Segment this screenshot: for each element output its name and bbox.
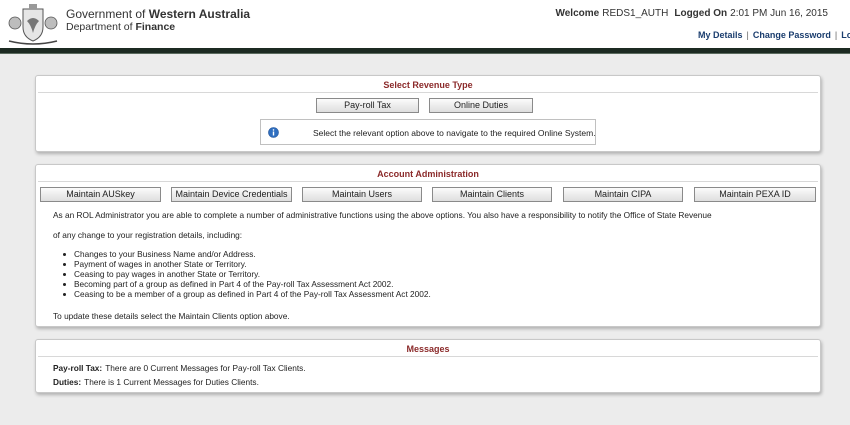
revenue-type-panel: Select Revenue Type Pay-roll Tax Online … [35,75,821,152]
list-item: Ceasing to be a member of a group as def… [63,289,431,299]
page-header: Government of Western Australia Departme… [0,0,850,48]
org-title: Government of Western Australia Departme… [66,8,250,34]
welcome-label: Welcome [555,8,600,19]
maintain-users-button[interactable]: Maintain Users [302,187,422,202]
notification-list: Changes to your Business Name and/or Add… [63,249,431,299]
header-band [0,48,850,54]
logout-link[interactable]: Logout [841,30,850,40]
message-text: There is 1 Current Messages for Duties C… [84,377,259,387]
welcome-bar: Welcome REDS1_AUTH Logged On 2:01 PM Jun 16… [555,8,828,19]
panel-divider [38,92,818,93]
payroll-tax-button[interactable]: Pay-roll Tax [316,98,419,113]
list-item: Payment of wages in another State or Ter… [63,259,431,269]
duties-message: Duties: There is 1 Current Messages for D… [53,377,259,387]
dept-prefix: Department of [66,21,133,33]
logged-on-label: Logged On [674,8,728,19]
panel-title: Select Revenue Type [383,80,473,90]
panel-title: Account Administration [377,169,479,179]
info-text: Select the relevant option above to navi… [313,128,596,138]
username: REDS1_AUTH [602,8,669,19]
logged-on-time: 2:01 PM Jun 16, 2015 [730,8,828,19]
messages-panel: Messages Pay-roll Tax: There are 0 Curren… [35,339,821,393]
dept-name: Finance [135,21,176,33]
online-duties-button[interactable]: Online Duties [429,98,533,113]
list-item: Ceasing to pay wages in another State or… [63,269,431,279]
message-label: Pay-roll Tax: [53,363,103,373]
admin-intro-text: As an ROL Administrator you are able to … [53,210,712,220]
org-name: Western Australia [148,7,251,21]
my-details-link[interactable]: My Details [698,30,743,40]
wa-crest-logo [5,3,61,45]
maintain-cipa-button[interactable]: Maintain CIPA [563,187,683,202]
admin-footer-text: To update these details select the Maint… [53,311,290,321]
org-prefix: Government of [66,7,146,21]
info-icon [268,127,279,138]
link-separator: | [834,30,838,40]
change-password-link[interactable]: Change Password [753,30,831,40]
maintain-pexa-id-button[interactable]: Maintain PEXA ID [694,187,816,202]
maintain-device-credentials-button[interactable]: Maintain Device Credentials [171,187,292,202]
info-box: Select the relevant option above to navi… [260,119,596,145]
link-separator: | [746,30,749,40]
panel-divider [38,181,818,182]
maintain-auskey-button[interactable]: Maintain AUSkey [40,187,161,202]
list-item: Changes to your Business Name and/or Add… [63,249,431,259]
list-item: Becoming part of a group as defined in P… [63,279,431,289]
panel-divider [38,356,818,357]
account-links: My Details|Change Password|Logout [698,30,850,40]
panel-title: Messages [406,344,450,354]
admin-intro-text: of any change to your registration detai… [53,230,243,240]
message-text: There are 0 Current Messages for Pay-rol… [105,363,306,373]
maintain-clients-button[interactable]: Maintain Clients [432,187,552,202]
message-label: Duties: [53,377,82,387]
account-admin-panel: Account Administration Maintain AUSkey M… [35,164,821,327]
payroll-message: Pay-roll Tax: There are 0 Current Message… [53,363,306,373]
